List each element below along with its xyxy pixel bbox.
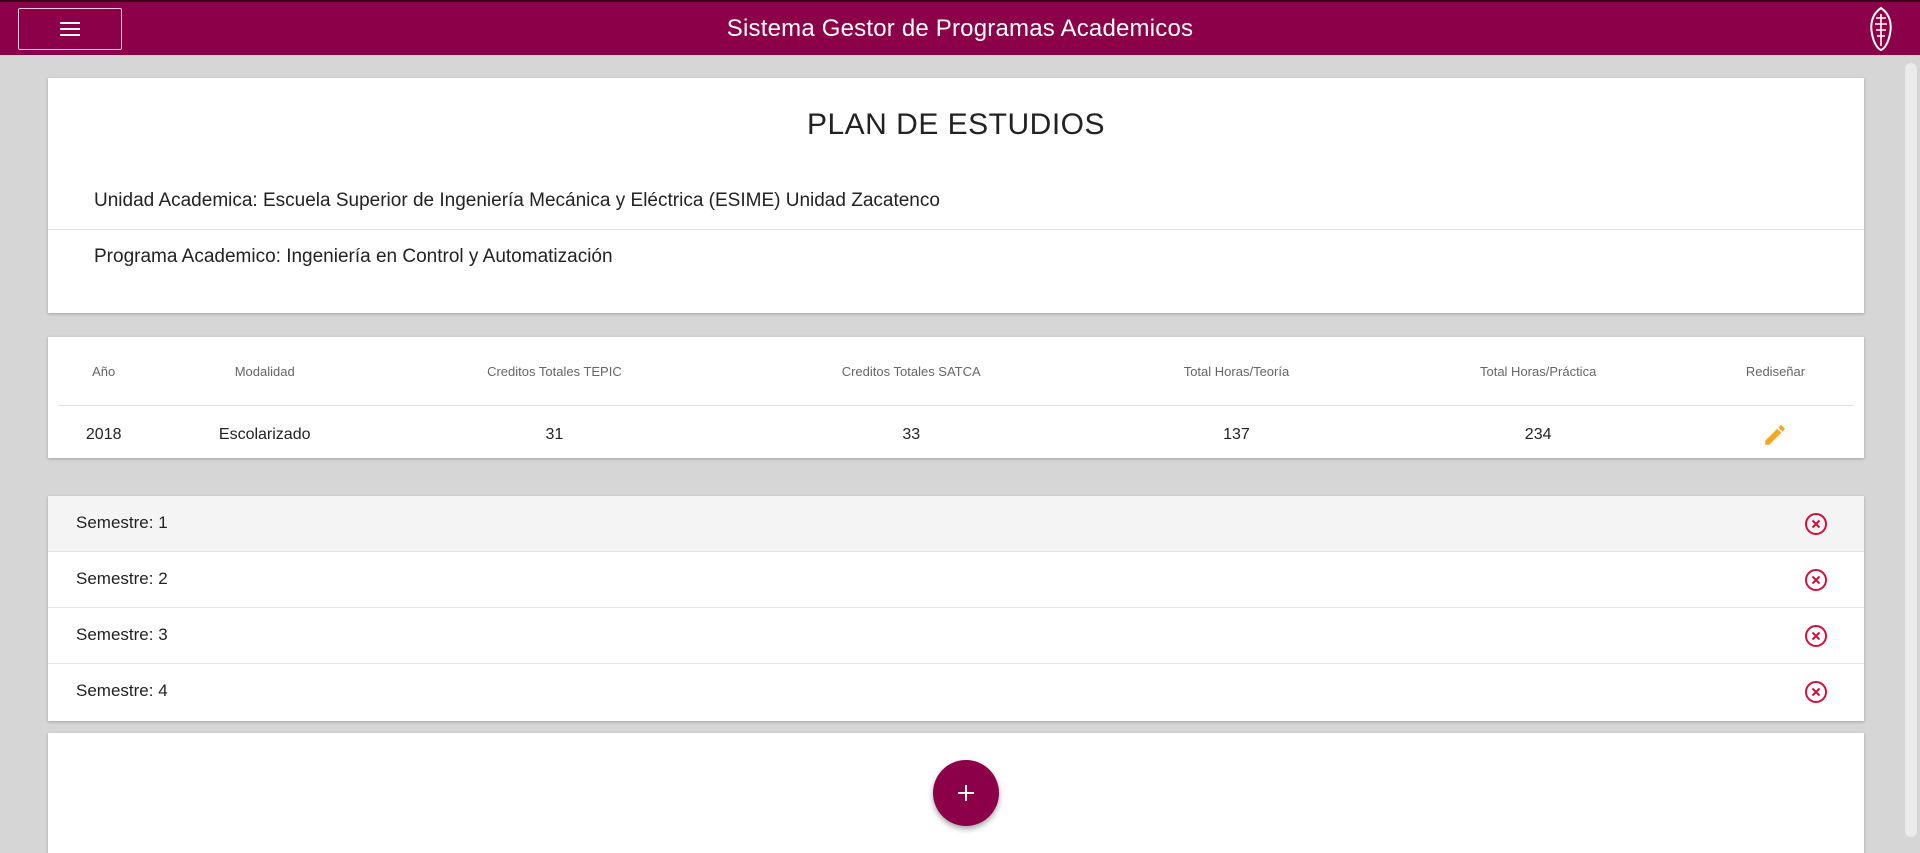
semestre-label: Semestre: 3: [76, 625, 168, 644]
semestre-label: Semestre: 1: [76, 513, 168, 532]
cell-modalidad: Escolarizado: [218, 425, 311, 443]
cell-creditos-tepic: 31: [545, 425, 564, 443]
close-circle-icon[interactable]: [1804, 568, 1828, 592]
cell-horas-teoria: 137: [1223, 425, 1250, 443]
semestre-label: Semestre: 4: [76, 681, 168, 700]
close-circle-icon[interactable]: [1804, 624, 1828, 648]
scrollbar-thumb[interactable]: [1905, 63, 1917, 837]
institution-logo: [1870, 6, 1892, 52]
top-app-bar: Sistema Gestor de Programas Academicos: [0, 0, 1920, 55]
summary-card: Año Modalidad Creditos Totales TEPIC Cre…: [48, 337, 1864, 458]
add-semestre-card: [48, 733, 1864, 853]
cell-horas-practica: 234: [1524, 425, 1552, 443]
plan-info-card: PLAN DE ESTUDIOS Unidad Academica: Escue…: [48, 78, 1864, 313]
list-item-semestre-3[interactable]: Semestre: 3: [48, 608, 1864, 664]
table-row: 2018 Escolarizado 31 33 137 234: [58, 406, 1854, 464]
column-header-creditos-tepic: Creditos Totales TEPIC: [379, 337, 729, 406]
unidad-academica: Unidad Academica: Escuela Superior de In…: [94, 190, 940, 211]
plus-icon: [958, 785, 974, 801]
divider: [48, 229, 1864, 230]
close-circle-icon[interactable]: [1804, 680, 1828, 704]
programa-academico: Programa Academico: Ingeniería en Contro…: [94, 246, 613, 267]
page-scrollbar[interactable]: [1902, 55, 1920, 839]
list-item-semestre-2[interactable]: Semestre: 2: [48, 552, 1864, 608]
column-header-modalidad: Modalidad: [149, 337, 380, 406]
app-title: Sistema Gestor de Programas Academicos: [726, 15, 1194, 42]
semestre-label: Semestre: 2: [76, 569, 168, 588]
column-header-horas-teoria: Total Horas/Teoría: [1093, 337, 1380, 406]
column-header-horas-practica: Total Horas/Práctica: [1379, 337, 1697, 406]
page-title: PLAN DE ESTUDIOS: [806, 108, 1106, 141]
list-item-semestre-4[interactable]: Semestre: 4: [48, 664, 1864, 720]
column-header-creditos-satca: Creditos Totales SATCA: [728, 337, 1094, 406]
add-semestre-button[interactable]: [933, 760, 999, 826]
semestres-list: Semestre: 1 Semestre: 2 Semestre: 3 Seme…: [48, 496, 1864, 721]
cell-redisenar: [1697, 406, 1854, 464]
cell-creditos-satca: 33: [902, 425, 921, 443]
pencil-icon[interactable]: [1762, 422, 1788, 448]
summary-table: Año Modalidad Creditos Totales TEPIC Cre…: [58, 337, 1854, 463]
close-circle-icon[interactable]: [1804, 512, 1828, 536]
column-header-ano: Año: [58, 337, 150, 406]
cell-ano: 2018: [85, 425, 122, 443]
list-item-semestre-1[interactable]: Semestre: 1: [48, 496, 1864, 552]
table-header-row: Año Modalidad Creditos Totales TEPIC Cre…: [58, 337, 1854, 406]
column-header-redisenar: Rediseñar: [1696, 337, 1854, 406]
